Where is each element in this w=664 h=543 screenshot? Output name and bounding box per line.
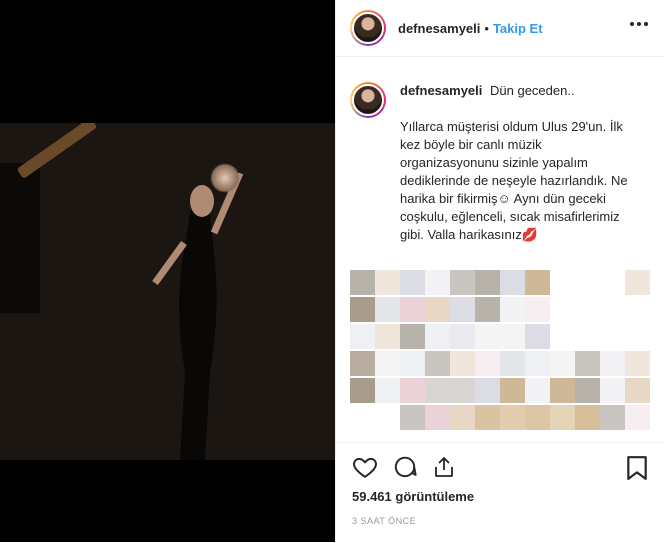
blur-pixel bbox=[450, 270, 475, 295]
blur-pixel bbox=[625, 351, 650, 376]
blur-pixel bbox=[575, 351, 600, 376]
singer-figure bbox=[152, 173, 244, 460]
blur-pixel bbox=[575, 378, 600, 403]
blur-pixel bbox=[350, 297, 375, 322]
caption: defnesamyeli Dün geceden.. Yıllarca müşt… bbox=[350, 82, 650, 244]
blur-pixel bbox=[400, 405, 425, 430]
post-header: defnesamyeli • Takip Et bbox=[336, 0, 664, 57]
blur-pixel bbox=[425, 378, 450, 403]
blur-pixel bbox=[375, 270, 400, 295]
view-count[interactable]: 59.461 görüntüleme bbox=[352, 489, 648, 504]
blur-pixel bbox=[625, 378, 650, 403]
header-username[interactable]: defnesamyeli bbox=[398, 21, 480, 36]
video-player[interactable] bbox=[0, 123, 335, 460]
comments-section: defnesamyeli Dün geceden.. Yıllarca müşt… bbox=[336, 82, 664, 442]
blur-pixel bbox=[475, 378, 500, 403]
blur-pixel bbox=[350, 270, 375, 295]
blur-pixel bbox=[425, 324, 450, 349]
blur-pixel bbox=[450, 378, 475, 403]
avatar-ring[interactable] bbox=[350, 10, 386, 46]
blur-pixel bbox=[625, 270, 650, 295]
blur-pixel bbox=[400, 351, 425, 376]
post-side-panel: defnesamyeli • Takip Et defnesamyeli Dün… bbox=[335, 0, 664, 542]
blur-pixel bbox=[475, 324, 500, 349]
share-icon[interactable] bbox=[432, 455, 456, 479]
caption-avatar-ring[interactable] bbox=[350, 82, 386, 118]
blur-pixel bbox=[400, 270, 425, 295]
blur-pixel bbox=[350, 351, 375, 376]
blur-pixel bbox=[550, 405, 575, 430]
pixelated-comments bbox=[350, 270, 650, 430]
blur-pixel bbox=[500, 405, 525, 430]
blur-pixel bbox=[600, 378, 625, 403]
blur-pixel bbox=[375, 324, 400, 349]
blur-pixel bbox=[625, 405, 650, 430]
blur-pixel bbox=[350, 378, 375, 403]
blur-pixel bbox=[525, 351, 550, 376]
action-icons bbox=[352, 443, 648, 491]
more-options-icon[interactable] bbox=[630, 22, 648, 26]
guitarist-figure bbox=[0, 163, 40, 313]
blur-pixel bbox=[550, 351, 575, 376]
heart-icon[interactable] bbox=[352, 454, 378, 480]
blur-pixel bbox=[350, 324, 375, 349]
blur-pixel bbox=[375, 351, 400, 376]
blur-pixel bbox=[600, 351, 625, 376]
caption-username[interactable]: defnesamyeli bbox=[400, 83, 482, 98]
blur-pixel bbox=[450, 297, 475, 322]
post-timestamp[interactable]: 3 SAAT ÖNCE bbox=[352, 516, 648, 526]
blur-pixel bbox=[575, 405, 600, 430]
blur-pixel bbox=[525, 405, 550, 430]
comment-icon[interactable] bbox=[392, 454, 418, 480]
action-bar: 59.461 görüntüleme 3 SAAT ÖNCE bbox=[336, 442, 664, 543]
stage-light bbox=[210, 163, 240, 193]
blur-pixel bbox=[550, 378, 575, 403]
blur-pixel bbox=[525, 378, 550, 403]
blur-pixel bbox=[425, 405, 450, 430]
blur-pixel bbox=[400, 324, 425, 349]
blur-pixel bbox=[500, 270, 525, 295]
instagram-post: defnesamyeli • Takip Et defnesamyeli Dün… bbox=[0, 0, 664, 542]
blur-pixel bbox=[475, 405, 500, 430]
blur-pixel bbox=[475, 351, 500, 376]
blur-pixel bbox=[375, 378, 400, 403]
caption-title: Dün geceden.. bbox=[490, 83, 575, 98]
separator-dot: • bbox=[484, 20, 489, 36]
blur-pixel bbox=[400, 297, 425, 322]
blur-pixel bbox=[450, 324, 475, 349]
blur-pixel bbox=[450, 405, 475, 430]
caption-first-line: defnesamyeli Dün geceden.. bbox=[400, 82, 644, 100]
blur-pixel bbox=[400, 378, 425, 403]
guitar-shape bbox=[16, 123, 98, 179]
caption-body: defnesamyeli Dün geceden.. Yıllarca müşt… bbox=[400, 82, 644, 244]
blur-pixel bbox=[500, 324, 525, 349]
blur-pixel bbox=[500, 351, 525, 376]
blur-pixel bbox=[375, 297, 400, 322]
blur-pixel bbox=[475, 270, 500, 295]
blur-pixel bbox=[525, 270, 550, 295]
caption-avatar[interactable] bbox=[352, 84, 384, 116]
blur-pixel bbox=[525, 324, 550, 349]
follow-button[interactable]: Takip Et bbox=[493, 21, 543, 36]
blur-pixel bbox=[475, 297, 500, 322]
blur-pixel bbox=[500, 297, 525, 322]
post-media[interactable] bbox=[0, 0, 335, 542]
caption-text: Yıllarca müşterisi oldum Ulus 29'un. İlk… bbox=[400, 119, 628, 242]
blur-pixel bbox=[425, 270, 450, 295]
blur-pixel bbox=[425, 297, 450, 322]
blur-pixel bbox=[600, 405, 625, 430]
blur-pixel bbox=[525, 297, 550, 322]
blur-pixel bbox=[500, 378, 525, 403]
blur-pixel bbox=[450, 351, 475, 376]
avatar[interactable] bbox=[352, 12, 384, 44]
blur-pixel bbox=[425, 351, 450, 376]
bookmark-icon[interactable] bbox=[626, 455, 648, 481]
